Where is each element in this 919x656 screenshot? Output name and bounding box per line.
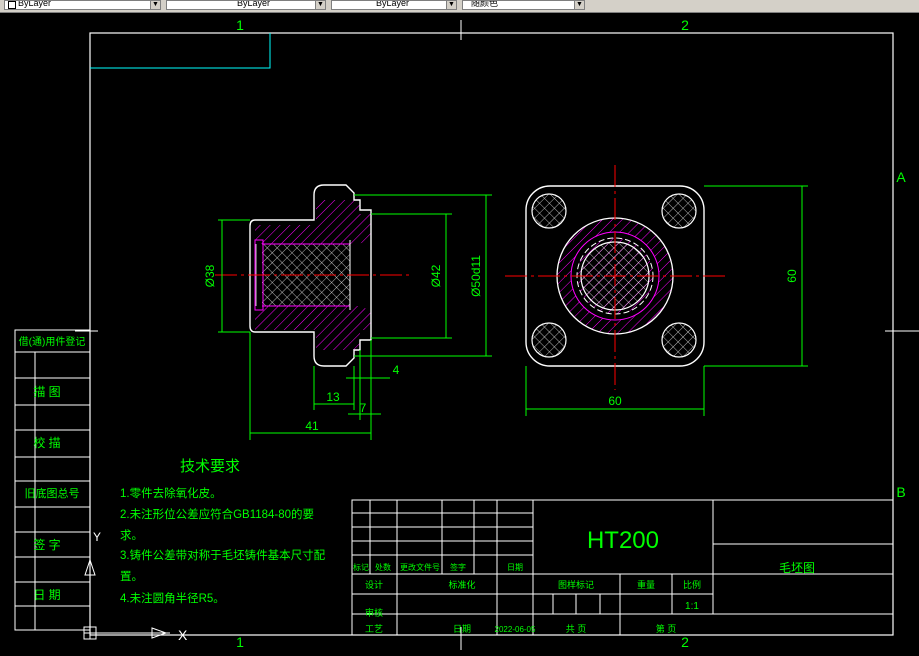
- tb-change-doc: 更改文件号: [400, 562, 440, 572]
- tb-stage-mark: 图样标记: [558, 579, 594, 590]
- lineweight-combo[interactable]: ByLayer ▼: [331, 0, 457, 10]
- lineweight-combo-value: ByLayer: [376, 0, 410, 8]
- zone-bottom-1: 1: [236, 634, 244, 650]
- tech-req-line-3a: 3.铸件公差带对称于毛坯铸件基本尺寸配: [120, 548, 326, 562]
- tech-req-line-2b: 求。: [120, 529, 143, 542]
- technical-requirements: 技术要求 1.零件去除氧化皮。 2.未注形位公差应符合GB1184-80的要 求…: [120, 458, 326, 605]
- tech-req-title: 技术要求: [180, 458, 240, 475]
- material-label: HT200: [587, 527, 659, 554]
- side-flange-view[interactable]: 60 60: [505, 165, 808, 416]
- dim-diameter-42: Ø42: [429, 264, 443, 287]
- chevron-down-icon[interactable]: ▼: [574, 1, 584, 9]
- zone-right-a: A: [896, 169, 906, 185]
- chevron-down-icon[interactable]: ▼: [150, 1, 160, 9]
- side-row-borrow: 借(通)用件登记: [19, 335, 86, 348]
- tech-req-line-2a: 2.未注形位公差应符合GB1184-80的要: [120, 507, 314, 521]
- tb-process: 工艺: [365, 624, 383, 634]
- dim-diameter-38: Ø38: [203, 264, 217, 287]
- bolt-hole-top-right: [661, 193, 697, 229]
- title-block-text: HT200 毛坯图 标记 处数 更改文件号 签字 日期 设计 标准化 图样标记 …: [353, 527, 815, 634]
- front-section-view[interactable]: Ø38 Ø42 Ø50d11 41 13 7 4: [203, 184, 492, 440]
- bolt-hole-top-left: [531, 193, 567, 229]
- layer-combo[interactable]: ByLayer ▼: [4, 0, 161, 10]
- tb-date-value: 2022-06-05: [495, 625, 536, 634]
- zone-top-2: 2: [681, 17, 689, 33]
- drawing-name: 毛坯图: [779, 561, 815, 575]
- tb-date-2: 日期: [453, 624, 471, 634]
- bolt-hole-bottom-left: [531, 322, 567, 358]
- tb-date: 日期: [507, 563, 523, 572]
- tb-count: 处数: [375, 562, 391, 572]
- chevron-down-icon[interactable]: ▼: [315, 1, 325, 9]
- dim-length-4: 4: [393, 363, 400, 377]
- side-row-check: 校 描: [33, 435, 60, 450]
- ucs-y-label: Y: [93, 530, 101, 544]
- side-row-trace: 描 图: [33, 385, 60, 399]
- linetype-combo[interactable]: ByLayer ▼: [166, 0, 326, 10]
- tb-review: 审核: [365, 607, 383, 618]
- dim-length-41: 41: [305, 419, 319, 433]
- tb-sheet-number: 第 页: [656, 623, 677, 634]
- tech-req-line-1: 1.零件去除氧化皮。: [120, 486, 222, 500]
- tech-req-line-4: 4.未注圆角半径R5。: [120, 591, 225, 605]
- linetype-combo-value: ByLayer: [237, 0, 271, 8]
- color-combo[interactable]: 随颜色 ▼: [462, 0, 585, 10]
- side-row-signature: 签 字: [33, 537, 60, 552]
- tb-weight: 重量: [637, 579, 655, 590]
- bolt-hole-bottom-right: [661, 322, 697, 358]
- lower-wall-hatch: [255, 306, 371, 350]
- dim-diameter-50: Ø50d11: [469, 255, 483, 297]
- chevron-down-icon[interactable]: ▼: [446, 1, 456, 9]
- color-combo-value: 随颜色: [471, 0, 499, 8]
- side-register-panel: 借(通)用件登记 描 图 校 描 旧底图总号 签 字 日 期: [14, 329, 91, 631]
- ucs-x-label: X: [178, 627, 188, 643]
- tb-mark: 标记: [353, 562, 369, 572]
- color-swatch-icon: [8, 1, 16, 9]
- dim-height-60: 60: [785, 269, 799, 283]
- dim-width-60: 60: [608, 394, 622, 408]
- layer-combo-value: ByLayer: [18, 0, 52, 8]
- dim-length-13: 13: [326, 390, 340, 404]
- side-row-old-number: 旧底图总号: [25, 486, 80, 500]
- upper-wall-hatch: [255, 200, 371, 244]
- tech-req-line-3b: 置。: [120, 570, 143, 583]
- zone-top-1: 1: [236, 17, 244, 33]
- tb-total-sheets: 共 页: [566, 624, 587, 634]
- dim-length-7: 7: [360, 401, 367, 415]
- zone-right-b: B: [896, 484, 905, 500]
- tb-scale-label: 比例: [683, 579, 701, 590]
- tb-standardize: 标准化: [448, 579, 475, 590]
- side-row-date: 日 期: [33, 588, 60, 602]
- tb-scale-value: 1:1: [685, 601, 699, 612]
- drawing-canvas[interactable]: 1 2 1 2 A B 借(通)用件登记 描 图 校 描 旧底图总号 签 字 日…: [0, 12, 919, 652]
- tb-design: 设计: [365, 579, 383, 590]
- tb-sign: 签字: [450, 562, 466, 572]
- zone-bottom-2: 2: [681, 634, 689, 650]
